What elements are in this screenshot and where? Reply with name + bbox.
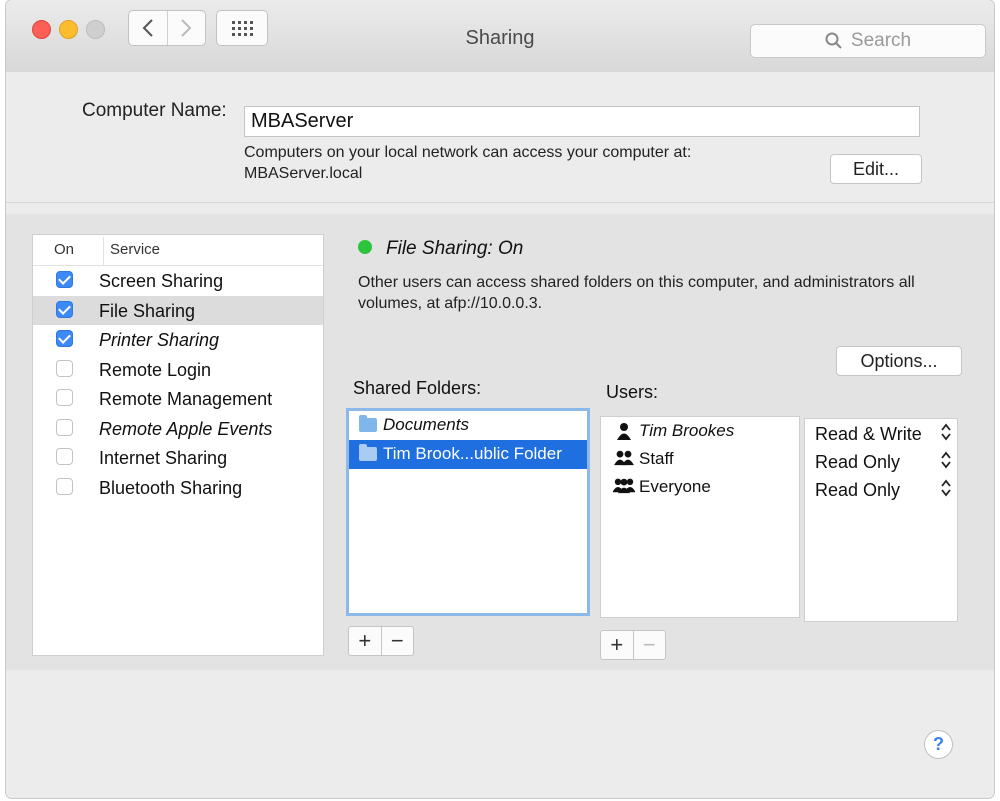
service-row[interactable]: Remote Apple Events: [33, 414, 323, 444]
search-icon: [825, 32, 842, 49]
computer-address-description: Computers on your local network can acce…: [244, 142, 691, 184]
updown-chevron-icon: [941, 423, 951, 442]
service-status-title: File Sharing: On: [386, 238, 524, 259]
permission-popup[interactable]: Read & Write: [805, 419, 957, 447]
shared-folder-name: Tim Brook...ublic Folder: [383, 444, 562, 463]
user-icon: [613, 421, 635, 441]
title-bar: Sharing Search: [6, 0, 994, 73]
shared-folder-row[interactable]: Documents: [349, 411, 587, 440]
address-description-line: Computers on your local network can acce…: [244, 144, 692, 161]
sharing-main-section: On Service Screen Sharing File Sharing Pri…: [6, 214, 994, 670]
service-checkbox[interactable]: [56, 389, 73, 406]
remove-user-button[interactable]: −: [632, 631, 666, 659]
permission-value: Read Only: [815, 452, 901, 472]
users-list[interactable]: Tim Brookes Staff Everyone: [600, 416, 800, 618]
user-name: Everyone: [639, 477, 711, 496]
shared-folders-add-remove: + −: [348, 626, 414, 656]
everyone-icon: [612, 477, 636, 497]
folder-icon: [359, 415, 377, 432]
local-hostname: MBAServer.local: [244, 165, 363, 182]
folder-icon: [359, 444, 377, 461]
updown-chevron-icon: [941, 451, 951, 470]
status-indicator-icon: [358, 240, 372, 254]
shared-folders-label: Shared Folders:: [353, 378, 482, 398]
service-row[interactable]: File Sharing: [33, 295, 323, 325]
service-row[interactable]: Internet Sharing: [33, 443, 323, 473]
user-row[interactable]: Staff: [601, 445, 799, 473]
service-row[interactable]: Remote Login: [33, 355, 323, 385]
service-checkbox[interactable]: [56, 330, 73, 347]
permission-popup[interactable]: Read Only: [805, 475, 957, 503]
search-placeholder: Search: [850, 30, 912, 51]
service-row[interactable]: Remote Management: [33, 384, 323, 414]
computer-name-input[interactable]: MBAServer: [244, 106, 920, 137]
service-status-description: Other users can access shared folders on…: [358, 274, 915, 312]
search-field[interactable]: Search: [750, 24, 986, 58]
user-row[interactable]: Tim Brookes: [601, 417, 799, 445]
options-button[interactable]: Options...: [836, 346, 962, 376]
service-name: Remote Management: [99, 389, 273, 409]
help-button[interactable]: ?: [924, 730, 953, 759]
edit-hostname-button[interactable]: Edit...: [830, 154, 922, 184]
computer-name-label: Computer Name:: [82, 100, 227, 121]
service-row[interactable]: Screen Sharing: [33, 266, 323, 296]
services-list: On Service Screen Sharing File Sharing Pri…: [32, 234, 324, 656]
service-name: Remote Apple Events: [99, 418, 273, 439]
service-checkbox[interactable]: [56, 300, 73, 318]
group-icon: [613, 449, 635, 469]
service-checkbox[interactable]: [56, 418, 73, 436]
computer-name-section: Computer Name: MBAServer Computers on yo…: [6, 72, 994, 203]
service-checkbox[interactable]: [56, 359, 73, 377]
service-name: Screen Sharing: [99, 271, 224, 291]
service-name: Printer Sharing: [99, 330, 220, 350]
users-label: Users:: [606, 382, 659, 402]
service-name: File Sharing: [99, 300, 196, 321]
service-checkbox[interactable]: [56, 271, 73, 288]
services-list-header: On Service: [33, 235, 323, 266]
updown-chevron-icon: [941, 479, 951, 498]
permission-value: Read & Write: [815, 424, 922, 444]
user-row[interactable]: Everyone: [601, 473, 799, 501]
user-name: Staff: [639, 449, 674, 468]
permission-popup[interactable]: Read Only: [805, 447, 957, 475]
column-header-service[interactable]: Service: [103, 237, 160, 265]
remove-shared-folder-button[interactable]: −: [380, 627, 414, 655]
shared-folder-name: Documents: [383, 415, 469, 434]
sharing-window: Sharing Search Computer Name: MBAServer …: [6, 0, 994, 798]
permission-value: Read Only: [815, 480, 901, 500]
shared-folders-list[interactable]: Documents Tim Brook...ublic Folder: [346, 408, 590, 616]
service-name: Internet Sharing: [99, 448, 228, 468]
add-shared-folder-button[interactable]: +: [349, 627, 381, 655]
shared-folder-row[interactable]: Tim Brook...ublic Folder: [349, 440, 587, 469]
service-name: Remote Login: [99, 359, 212, 380]
column-header-on[interactable]: On: [54, 241, 74, 258]
users-add-remove: + −: [600, 630, 666, 660]
add-user-button[interactable]: +: [601, 631, 633, 659]
user-name: Tim Brookes: [639, 421, 735, 440]
service-row[interactable]: Bluetooth Sharing: [33, 473, 323, 503]
service-checkbox[interactable]: [56, 477, 73, 495]
service-checkbox[interactable]: [56, 448, 73, 465]
service-row[interactable]: Printer Sharing: [33, 325, 323, 355]
service-name: Bluetooth Sharing: [99, 477, 243, 498]
permissions-list: Read & Write Read Only Read Only: [804, 418, 958, 622]
